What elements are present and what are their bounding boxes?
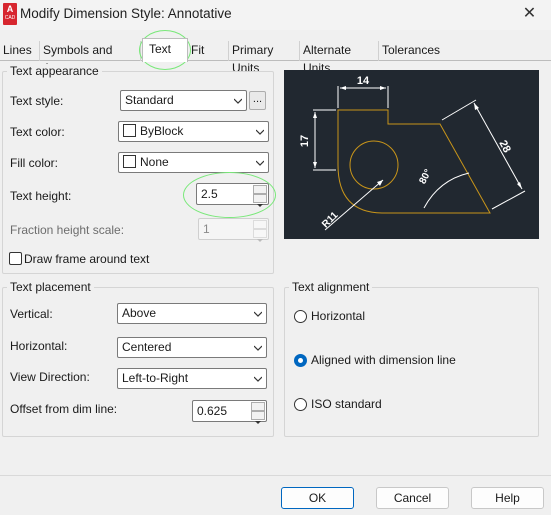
radio-aligned-label: Aligned with dimension line (311, 353, 456, 367)
radio-horizontal[interactable] (294, 310, 307, 323)
spin-up-icon[interactable] (253, 220, 267, 233)
preview-arrowheads (313, 86, 522, 189)
text-style-select[interactable]: Standard (120, 90, 247, 111)
text-color-label: Text color: (10, 125, 65, 139)
vertical-value: Above (122, 306, 157, 320)
chevron-down-icon (254, 376, 262, 382)
fill-color-value: None (140, 155, 169, 169)
text-height-value: 2.5 (201, 187, 218, 201)
help-button[interactable]: Help (471, 487, 544, 509)
draw-frame-checkbox[interactable] (9, 252, 22, 265)
text-style-label: Text style: (10, 94, 64, 108)
title-bar: A CAD Modify Dimension Style: Annotative … (0, 0, 551, 30)
text-color-select[interactable]: ByBlock (118, 121, 269, 142)
spin-arrows (253, 220, 267, 242)
preview-dim-angle: 80° (417, 168, 434, 187)
offset-input[interactable]: 0.625 (192, 400, 267, 424)
dimension-preview: 14 17 28 80° R11 (284, 70, 539, 239)
spin-arrows (253, 185, 267, 207)
close-icon[interactable]: ✕ (508, 0, 551, 30)
tab-symbols-and-arrows[interactable]: Symbols and Arrows (40, 41, 141, 75)
chevron-down-icon (256, 129, 264, 135)
preview-dim-radius: R11 (320, 210, 341, 231)
preview-dim-left: 17 (299, 135, 311, 147)
radio-horizontal-label: Horizontal (311, 309, 366, 323)
fill-color-select[interactable]: None (118, 152, 269, 173)
vertical-select[interactable]: Above (117, 303, 267, 324)
window-title: Modify Dimension Style: Annotative (20, 6, 232, 21)
text-height-label: Text height: (10, 189, 72, 203)
spin-down-icon[interactable] (253, 194, 267, 207)
cancel-button[interactable]: Cancel (376, 487, 449, 509)
text-placement-heading: Text placement (7, 280, 94, 294)
spin-arrows (251, 402, 265, 424)
spin-up-icon[interactable] (253, 185, 267, 198)
chevron-down-icon (254, 345, 262, 351)
text-height-input[interactable]: 2.5 (196, 183, 269, 207)
vertical-label: Vertical: (10, 307, 53, 321)
tab-primary-units[interactable]: Primary Units (229, 41, 300, 75)
tab-alternate-units[interactable]: Alternate Units (300, 41, 379, 75)
text-style-browse-button[interactable]: ... (249, 91, 266, 110)
preview-dimensions (313, 86, 526, 231)
fill-color-label: Fill color: (10, 156, 59, 170)
fraction-height-label: Fraction height scale: (10, 223, 125, 237)
view-direction-value: Left-to-Right (122, 371, 189, 385)
chevron-down-icon (254, 311, 262, 317)
tab-lines[interactable]: Lines (0, 41, 40, 61)
preview-dim-top: 14 (357, 75, 370, 87)
color-swatch (123, 155, 136, 168)
draw-frame-label: Draw frame around text (24, 252, 150, 266)
tab-text[interactable]: Text (142, 38, 188, 62)
app-icon[interactable]: A CAD (3, 3, 17, 25)
chevron-down-icon (256, 160, 264, 166)
radio-iso-label: ISO standard (311, 397, 382, 411)
horizontal-label: Horizontal: (10, 339, 68, 353)
tab-tolerances[interactable]: Tolerances (379, 41, 441, 61)
text-alignment-heading: Text alignment (289, 280, 373, 294)
text-appearance-heading: Text appearance (7, 64, 102, 78)
preview-geometry (337, 109, 491, 214)
chevron-down-icon (234, 98, 242, 104)
horizontal-select[interactable]: Centered (117, 337, 267, 358)
fraction-height-input[interactable]: 1 (198, 218, 269, 242)
horizontal-value: Centered (122, 340, 172, 354)
radio-aligned[interactable] (294, 354, 307, 367)
preview-drawing: 14 17 28 80° R11 (299, 75, 526, 231)
preview-dim-right: 28 (496, 138, 512, 154)
tab-strip: Lines Symbols and Arrows Text Fit Primar… (0, 38, 551, 75)
text-style-value: Standard (125, 93, 174, 107)
ok-button[interactable]: OK (281, 487, 354, 509)
color-swatch (123, 124, 136, 137)
spin-up-icon[interactable] (251, 402, 265, 415)
fraction-height-value: 1 (203, 222, 210, 236)
tab-fit[interactable]: Fit (188, 41, 229, 61)
view-direction-select[interactable]: Left-to-Right (117, 368, 267, 389)
offset-value: 0.625 (197, 404, 228, 418)
text-color-value: ByBlock (140, 124, 184, 138)
offset-label: Offset from dim line: (10, 402, 118, 416)
spin-down-icon[interactable] (253, 229, 267, 242)
view-direction-label: View Direction: (10, 370, 90, 384)
spin-down-icon[interactable] (251, 411, 265, 424)
radio-iso-standard[interactable] (294, 398, 307, 411)
